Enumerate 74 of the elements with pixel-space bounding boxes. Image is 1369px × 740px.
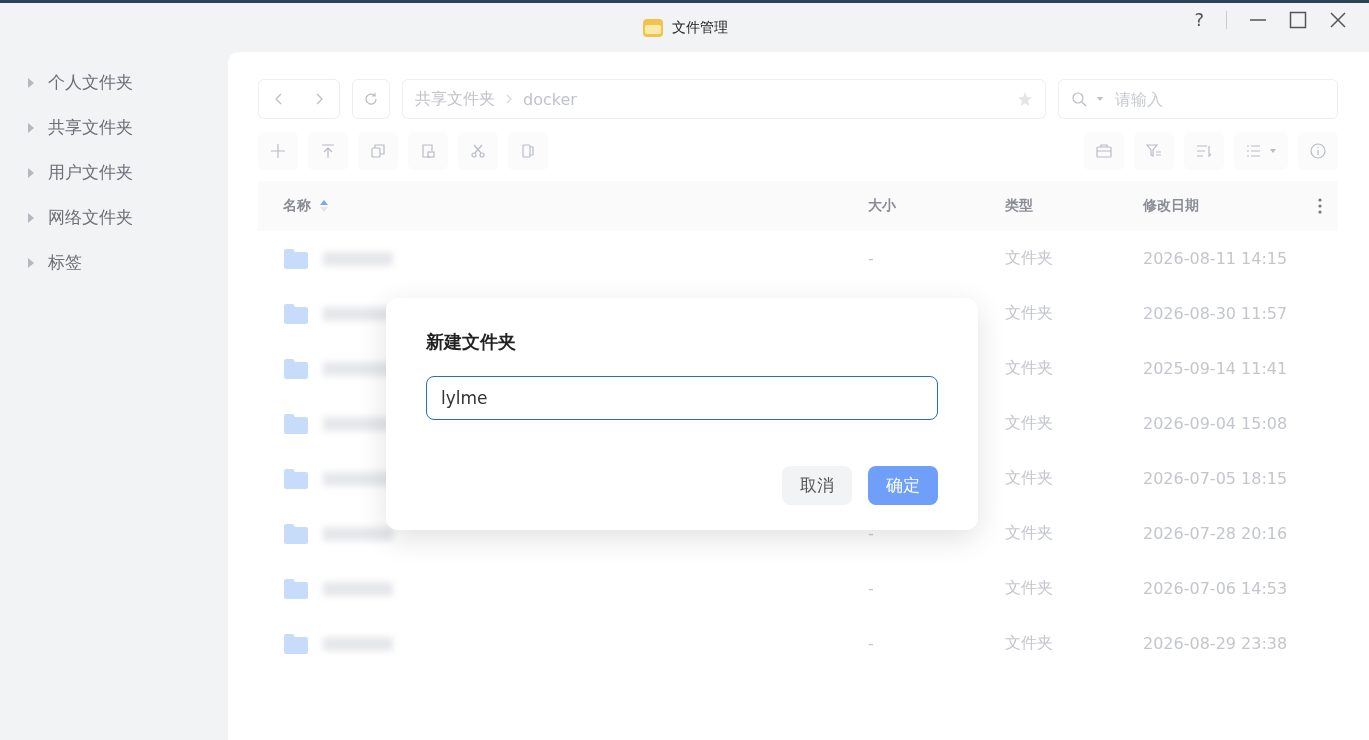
folder-icon	[283, 522, 309, 545]
expand-arrow-icon[interactable]	[28, 122, 34, 133]
table-cell: 2026-09-04 15:08	[1143, 414, 1288, 433]
folder-icon	[283, 247, 309, 270]
sort-icon[interactable]	[1196, 143, 1212, 159]
table-cell: 2026-08-30 11:57	[1143, 304, 1288, 323]
column-header[interactable]: 修改日期	[1143, 197, 1199, 215]
blurred-name	[323, 581, 393, 596]
filter-icon[interactable]	[1146, 143, 1162, 159]
table-cell: 2026-08-11 14:15	[1143, 249, 1288, 268]
expand-arrow-icon[interactable]	[28, 212, 34, 223]
more-icon[interactable]	[1318, 198, 1322, 214]
window-title: 文件管理	[671, 18, 728, 37]
sort-arrow-icon	[319, 199, 329, 213]
star-icon[interactable]	[1017, 91, 1033, 107]
duplicate-icon[interactable]	[520, 143, 536, 159]
sidebar-item[interactable]: 用户文件夹	[48, 161, 133, 184]
folder-icon	[283, 632, 309, 655]
input-field[interactable]: lylme	[426, 376, 938, 420]
upload-icon[interactable]	[320, 143, 336, 159]
maximize-icon[interactable]	[1289, 10, 1307, 29]
help-button[interactable]: ?	[1194, 9, 1204, 30]
sidebar-item[interactable]: 网络文件夹	[48, 206, 133, 229]
column-header[interactable]: 类型	[1005, 197, 1033, 215]
table-cell: 文件夹	[1005, 633, 1053, 652]
close-icon[interactable]	[1329, 10, 1347, 29]
caret-icon[interactable]	[1097, 97, 1103, 101]
table-cell: -	[868, 579, 874, 598]
confirm-button[interactable]: 确定	[868, 466, 938, 505]
folder-icon	[283, 467, 309, 490]
sidebar-item[interactable]: 标签	[48, 251, 82, 274]
table-cell: 文件夹	[1005, 358, 1053, 377]
folder-icon	[283, 577, 309, 600]
table-cell: 2025-09-14 11:41	[1143, 359, 1288, 378]
table-cell: 文件夹	[1005, 523, 1053, 542]
folder-icon	[283, 357, 309, 380]
refresh-icon[interactable]	[363, 91, 379, 107]
sidebar-item[interactable]: 共享文件夹	[48, 116, 133, 139]
caret-icon[interactable]	[1270, 149, 1276, 153]
table-cell: 2026-07-28 20:16	[1143, 524, 1288, 543]
cancel-button[interactable]: 取消	[782, 466, 852, 505]
cut-icon[interactable]	[470, 143, 486, 159]
column-header[interactable]: 大小	[868, 197, 896, 215]
search-icon[interactable]	[1071, 91, 1087, 107]
plus-icon[interactable]	[270, 143, 286, 159]
folder-icon	[283, 302, 309, 325]
expand-arrow-icon[interactable]	[28, 257, 34, 268]
table-cell: 文件夹	[1005, 248, 1053, 267]
table-cell: 文件夹	[1005, 413, 1053, 432]
list-view-icon[interactable]	[1246, 143, 1262, 159]
folder-icon	[283, 412, 309, 435]
blurred-name	[323, 636, 393, 651]
table-cell: 2026-07-06 14:53	[1143, 579, 1288, 598]
folder-app-icon	[641, 17, 664, 38]
blurred-name	[323, 251, 393, 266]
paste-icon[interactable]	[420, 143, 436, 159]
table-cell: -	[868, 634, 874, 653]
dialog-title: 新建文件夹	[426, 330, 517, 354]
briefcase-icon[interactable]	[1096, 143, 1112, 159]
table-cell: -	[868, 249, 874, 268]
table-cell: 2026-07-05 18:15	[1143, 469, 1288, 488]
chevron-icon	[505, 93, 513, 105]
expand-arrow-icon[interactable]	[28, 167, 34, 178]
table-cell: 2026-08-29 23:38	[1143, 634, 1288, 653]
sidebar-item[interactable]: 个人文件夹	[48, 71, 133, 94]
copy-icon[interactable]	[370, 143, 386, 159]
table-cell: 文件夹	[1005, 303, 1053, 322]
expand-arrow-icon[interactable]	[28, 77, 34, 88]
blurred-name	[323, 526, 393, 541]
table-cell: -	[868, 524, 874, 543]
info-icon[interactable]	[1310, 143, 1326, 159]
table-cell: 文件夹	[1005, 468, 1053, 487]
table-cell: 文件夹	[1005, 578, 1053, 597]
column-header[interactable]: 名称	[283, 197, 311, 215]
